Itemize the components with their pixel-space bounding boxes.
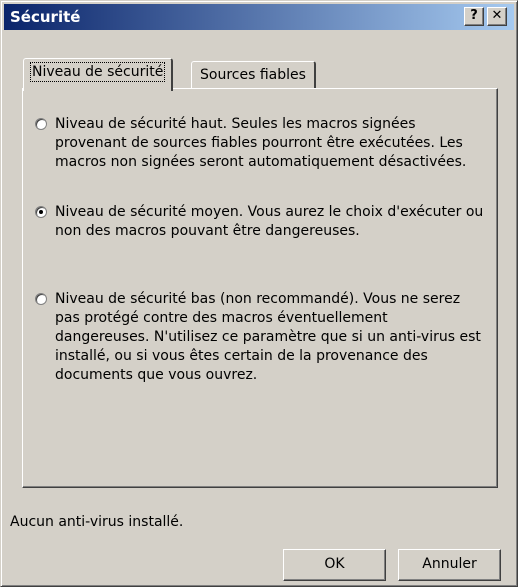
radio-high[interactable] (35, 118, 47, 130)
option-low-label: Niveau de sécurité bas (non recommandé).… (55, 291, 481, 383)
option-low[interactable]: Niveau de sécurité bas (non recommandé).… (35, 290, 485, 385)
radio-medium[interactable] (35, 206, 47, 218)
security-dialog: Sécurité ? ✕ Niveau de sécurité Sources … (0, 0, 518, 587)
dialog-title: Sécurité (10, 8, 81, 26)
title-bar: Sécurité ? ✕ (4, 4, 514, 30)
cancel-button[interactable]: Annuler (398, 549, 501, 581)
tab-trusted-sources[interactable]: Sources fiables (191, 61, 316, 89)
help-icon: ? (470, 8, 478, 23)
option-high[interactable]: Niveau de sécurité haut. Seules les macr… (35, 115, 485, 172)
close-icon: ✕ (491, 8, 503, 23)
option-medium-label: Niveau de sécurité moyen. Vous aurez le … (55, 204, 484, 239)
radio-low[interactable] (35, 293, 47, 305)
ok-button[interactable]: OK (283, 549, 386, 581)
security-level-panel: Niveau de sécurité haut. Seules les macr… (22, 88, 498, 488)
close-button[interactable]: ✕ (487, 7, 507, 26)
option-high-label: Niveau de sécurité haut. Seules les macr… (55, 116, 467, 170)
option-medium[interactable]: Niveau de sécurité moyen. Vous aurez le … (35, 203, 485, 241)
antivirus-status: Aucun anti-virus installé. (10, 514, 184, 530)
tab-trusted-sources-label: Sources fiables (200, 67, 306, 83)
tab-security-level[interactable]: Niveau de sécurité (23, 58, 174, 91)
tab-security-level-label: Niveau de sécurité (29, 62, 166, 82)
help-button[interactable]: ? (464, 7, 484, 26)
